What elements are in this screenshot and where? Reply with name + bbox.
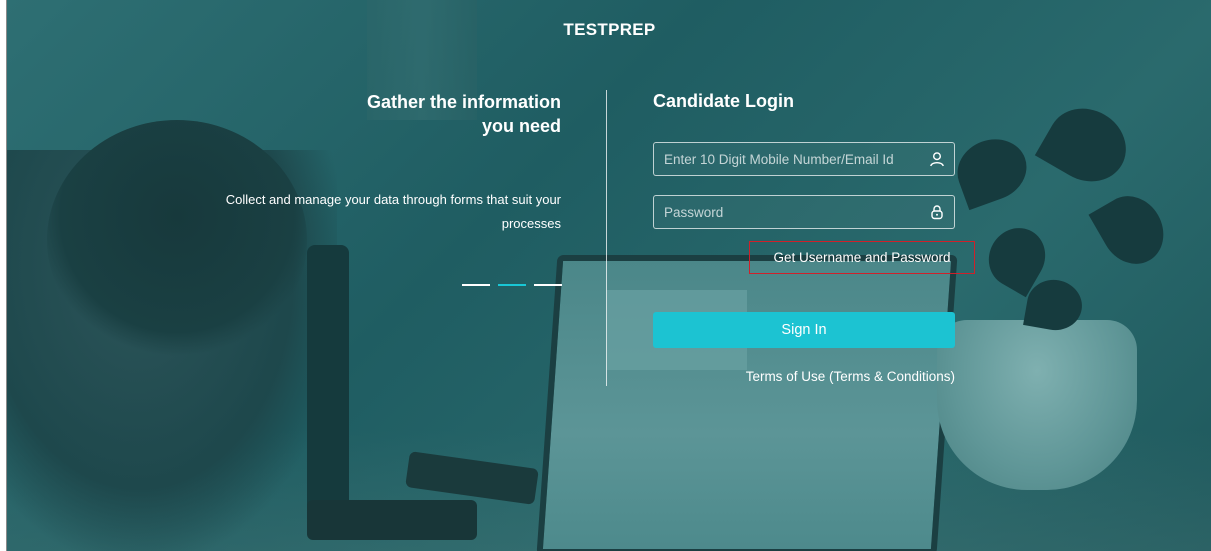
password-field <box>653 195 955 229</box>
sign-in-button[interactable]: Sign In <box>653 312 955 348</box>
background-photo <box>7 0 1211 551</box>
carousel-indicators <box>462 284 562 286</box>
carousel-dot-active[interactable] <box>498 284 526 286</box>
promo-heading: Gather the information you need <box>366 92 561 136</box>
lock-icon <box>931 205 943 220</box>
carousel-dot[interactable] <box>462 284 490 286</box>
get-username-password-link[interactable]: Get Username and Password <box>749 241 975 274</box>
terms-of-use-link[interactable]: Terms of Use (Terms & Conditions) <box>653 369 955 384</box>
username-input[interactable] <box>654 143 954 175</box>
login-page: TESTPREP Gather the information you need… <box>6 0 1211 551</box>
password-input[interactable] <box>654 196 954 228</box>
login-title: Candidate Login <box>653 91 794 111</box>
vertical-divider <box>606 90 607 386</box>
promo-subtext: Collect and manage your data through for… <box>225 192 561 231</box>
user-icon <box>930 152 944 167</box>
promo-panel: Gather the information you need Collect … <box>207 90 561 236</box>
carousel-dot[interactable] <box>534 284 562 286</box>
username-field <box>653 142 955 176</box>
app-title: TESTPREP <box>563 20 656 39</box>
